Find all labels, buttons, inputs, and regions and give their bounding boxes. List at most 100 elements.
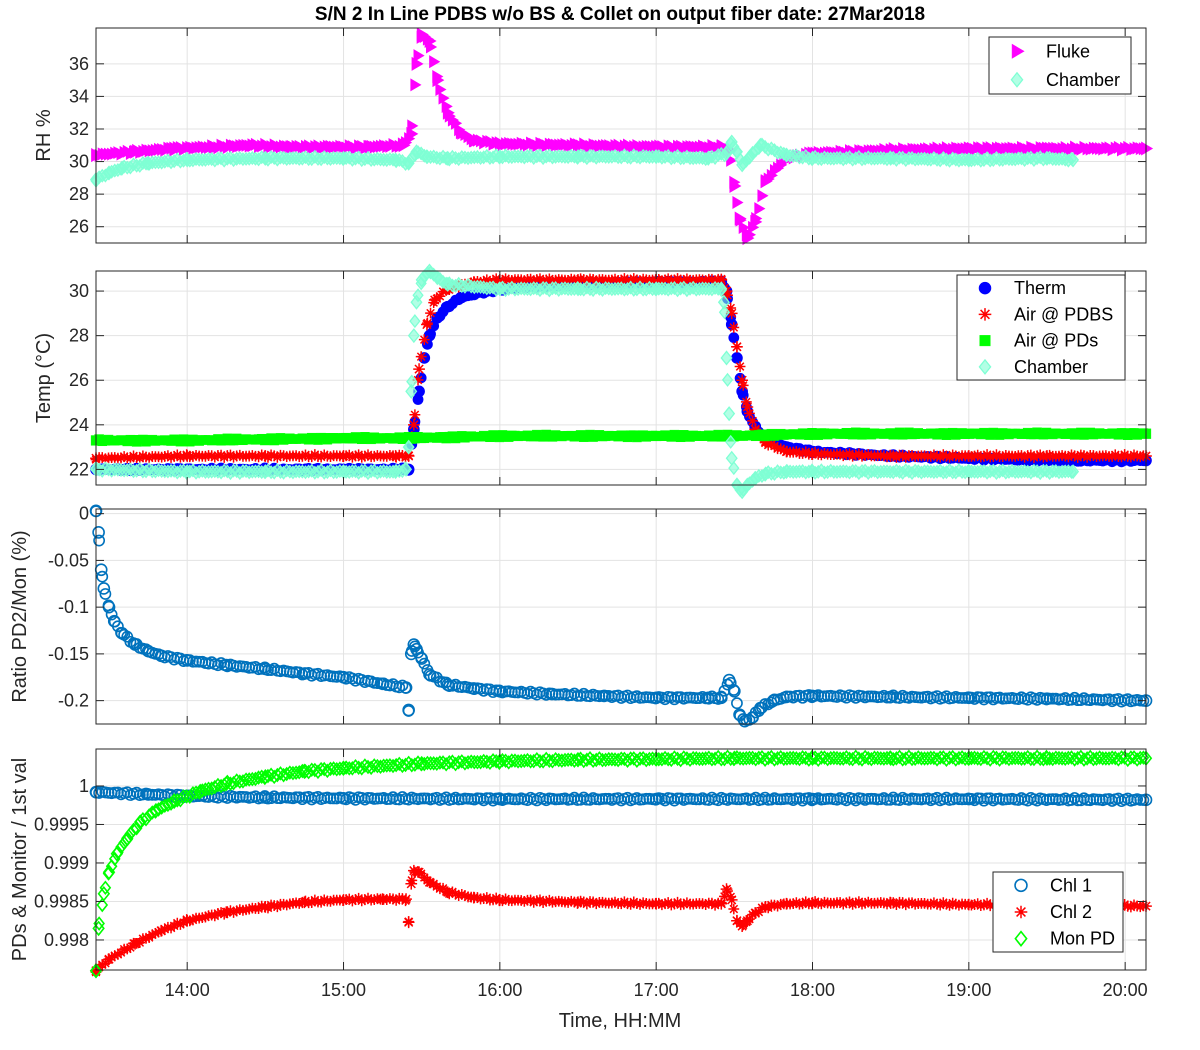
legend-entry-label: Chamber: [1046, 70, 1120, 90]
marker-point: [978, 281, 992, 295]
marker-point: [298, 896, 311, 909]
y-tick-label: 22: [69, 459, 89, 479]
marker-point: [780, 897, 793, 910]
y-tick-label: 30: [69, 281, 89, 301]
legend: Fluke Chamber: [988, 36, 1132, 95]
marker-point: [182, 435, 193, 446]
marker-point: [409, 314, 421, 329]
marker-point: [413, 363, 425, 375]
y-tick-label: 1: [79, 776, 89, 796]
marker-point: [572, 896, 584, 909]
y-axis-label: RH %: [33, 109, 55, 161]
marker-point: [494, 430, 505, 442]
marker-point: [389, 450, 402, 462]
marker-point: [720, 350, 733, 366]
series-mon-pd: [89, 749, 1153, 979]
marker-point: [400, 893, 412, 906]
legend: Chl 1 Chl 2 Mon PD: [992, 871, 1124, 953]
marker-point: [402, 916, 415, 929]
marker-point: [754, 202, 766, 216]
marker-point: [96, 897, 109, 913]
y-tick-label: -0.2: [58, 691, 89, 711]
marker-point: [731, 697, 743, 710]
marker-point: [220, 906, 233, 919]
y-tick-label: 26: [69, 370, 89, 390]
x-tick-label: 15:00: [321, 980, 366, 1000]
marker-point: [118, 835, 130, 851]
y-tick-label: 32: [69, 119, 89, 139]
x-tick-label: 14:00: [165, 980, 210, 1000]
marker-point: [757, 189, 769, 203]
marker-point: [129, 937, 141, 950]
marker-point: [441, 886, 454, 899]
marker-point: [650, 897, 663, 910]
marker-point: [806, 447, 819, 460]
legend-entry-label: Chl 1: [1050, 875, 1092, 895]
marker-point: [1041, 450, 1053, 462]
marker-point: [407, 328, 420, 344]
marker-point: [1014, 905, 1028, 919]
x-tick-label: 16:00: [477, 980, 522, 1000]
legend-entry-label: Mon PD: [1050, 929, 1115, 949]
marker-point: [155, 924, 167, 937]
marker-point: [441, 300, 454, 313]
marker-point: [723, 406, 736, 422]
marker-point: [962, 450, 975, 462]
marker-point: [413, 866, 425, 879]
x-axis-label: Time, HH:MM: [559, 1010, 682, 1032]
marker-point: [425, 307, 436, 319]
y-tick-label: 28: [69, 326, 89, 346]
marker-point: [405, 877, 418, 890]
x-tick-label: 18:00: [790, 980, 835, 1000]
y-tick-label: 0.9995: [34, 814, 89, 834]
marker-point: [1141, 141, 1154, 156]
marker-point: [807, 428, 818, 439]
marker-point: [97, 885, 111, 902]
y-tick-label: -0.1: [58, 597, 89, 617]
series-ratio: [89, 504, 1153, 728]
marker-point: [728, 903, 740, 915]
legend-entry-label: Fluke: [1046, 41, 1090, 61]
legend-entry-label: Therm: [1014, 278, 1066, 298]
marker-point: [741, 401, 754, 413]
marker-point: [259, 901, 272, 913]
marker-point: [759, 901, 772, 913]
chart-panel-4: 0.998 0.9985 0.999 0.9995 1 PDs & Monitor / 1…: [9, 748, 1153, 1000]
x-tick-label: 17:00: [634, 980, 679, 1000]
marker-point: [731, 340, 743, 353]
marker-point: [337, 450, 350, 462]
marker-point: [181, 450, 194, 462]
marker-point: [725, 450, 738, 466]
marker-point: [651, 430, 662, 442]
marker-point: [736, 374, 749, 387]
y-tick-label: 36: [69, 54, 89, 74]
y-tick-label: 0.9985: [34, 891, 89, 911]
marker-point: [720, 883, 733, 895]
marker-point: [418, 334, 430, 346]
legend-entry-label: Air @ PDBS: [1014, 304, 1113, 324]
y-axis-label: Temp (°C): [33, 333, 55, 423]
marker-point: [806, 897, 819, 909]
marker-point: [428, 294, 441, 306]
marker-point: [884, 897, 897, 909]
legend-entry-label: Chamber: [1014, 357, 1088, 377]
figure: S/N 2 In Line PDBS w/o BS & Collet on ou…: [9, 4, 1154, 1032]
marker-point: [94, 563, 108, 577]
x-tick-label: 19:00: [946, 980, 991, 1000]
series-chl-1: [89, 785, 1153, 808]
marker-point: [408, 418, 420, 431]
x-tick-label: 20:00: [1103, 980, 1148, 1000]
chart-panel-1: 26 28 30 32 34 36 RH % Fluke Chamber: [33, 27, 1154, 246]
marker-point: [259, 450, 272, 462]
marker-point: [780, 445, 793, 458]
marker-point: [467, 891, 480, 904]
figure-title: S/N 2 In Line PDBS w/o BS & Collet on ou…: [315, 4, 925, 25]
marker-point: [963, 428, 974, 439]
marker-point: [421, 318, 433, 331]
series-air-pds: [90, 427, 1152, 447]
marker-point: [410, 78, 422, 92]
y-tick-label: 0: [79, 504, 89, 524]
marker-point: [181, 914, 194, 927]
y-tick-label: 24: [69, 415, 89, 435]
marker-point: [747, 415, 758, 427]
